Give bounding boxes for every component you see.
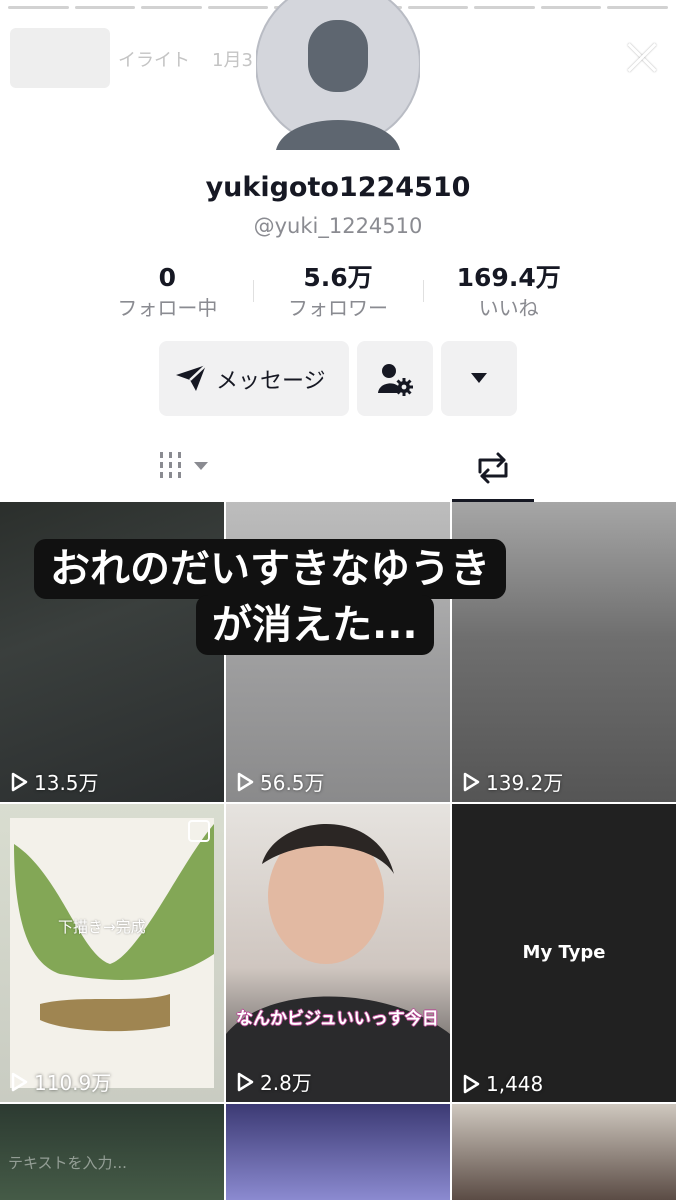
view-count-value: 2.8万 xyxy=(260,1071,312,1095)
overlay-text-line-1: おれのだいすきなゆうき xyxy=(34,539,506,599)
play-icon xyxy=(237,772,254,791)
thumbnail-image xyxy=(10,818,214,1088)
play-icon xyxy=(237,1072,254,1091)
view-count: 1,448 xyxy=(462,1072,543,1096)
view-count: 2.8万 xyxy=(236,1067,312,1096)
repost-icon xyxy=(478,452,508,484)
story-text-overlay: おれのだいすきなゆうき が消えた... xyxy=(0,539,676,699)
stat-following-value: 0 xyxy=(158,263,177,292)
thumbnail-image xyxy=(226,824,450,1102)
close-icon[interactable] xyxy=(620,36,664,80)
thumbnail-caption: テキストを入力... xyxy=(8,1154,127,1172)
grid-icon xyxy=(160,452,208,478)
user-gear-icon xyxy=(378,364,413,396)
thumbnail-caption: 下描き→完成 xyxy=(58,918,146,936)
view-count-value: 139.2万 xyxy=(486,771,564,795)
play-icon xyxy=(463,772,480,791)
profile-tabs xyxy=(0,436,676,502)
video-thumbnail[interactable]: テキストを入力... xyxy=(0,1104,224,1200)
multi-image-icon xyxy=(188,820,210,842)
stat-likes[interactable]: 169.4万 いいね xyxy=(423,262,594,324)
profile-stats: 0 フォロー中 5.6万 フォロワー 169.4万 いいね xyxy=(82,262,594,324)
stat-followers[interactable]: 5.6万 フォロワー xyxy=(252,262,424,324)
thumbnail-caption: なんかビジュいいっす今日 xyxy=(236,1009,439,1029)
more-options-button[interactable] xyxy=(441,341,517,416)
stat-likes-value: 169.4万 xyxy=(456,263,561,292)
tab-videos[interactable] xyxy=(158,450,214,486)
profile-handle: @yuki_1224510 xyxy=(253,214,423,238)
view-count-value: 1,448 xyxy=(486,1072,544,1096)
view-count: 139.2万 xyxy=(462,767,563,796)
play-icon xyxy=(11,1072,28,1091)
play-icon xyxy=(11,772,28,791)
stat-followers-value: 5.6万 xyxy=(303,263,373,292)
follow-settings-button[interactable] xyxy=(357,341,433,416)
view-count-value: 56.5万 xyxy=(260,771,325,795)
send-icon xyxy=(176,364,207,391)
video-thumbnail[interactable]: 下描き→完成 110.9万 xyxy=(0,804,224,1102)
video-thumbnail[interactable]: My Type 1,448 xyxy=(452,804,676,1102)
overlay-text-line-2: が消えた... xyxy=(196,595,434,655)
message-button[interactable]: メッセージ xyxy=(159,341,349,416)
play-icon xyxy=(463,1074,480,1094)
view-count: 56.5万 xyxy=(236,767,325,796)
view-count: 110.9万 xyxy=(10,1067,111,1096)
profile-avatar[interactable] xyxy=(256,0,420,150)
stat-followers-label: フォロワー xyxy=(288,296,388,320)
thumbnail-caption: My Type xyxy=(522,942,606,963)
video-thumbnail[interactable]: なんかビジュいいっす今日 2.8万 xyxy=(226,804,450,1102)
video-thumbnail[interactable] xyxy=(226,1104,450,1200)
view-count-value: 110.9万 xyxy=(34,1071,112,1095)
story-label: イライト xyxy=(118,50,190,71)
message-button-label: メッセージ xyxy=(216,369,326,394)
chevron-down-icon xyxy=(471,373,487,383)
view-count: 13.5万 xyxy=(10,767,99,796)
stat-following[interactable]: 0 フォロー中 xyxy=(82,262,253,324)
profile-username: yukigoto1224510 xyxy=(205,172,471,203)
view-count-value: 13.5万 xyxy=(34,771,99,795)
story-author-avatar[interactable] xyxy=(10,28,110,88)
stat-following-label: フォロー中 xyxy=(117,296,218,320)
stat-likes-label: いいね xyxy=(478,296,539,320)
video-thumbnail[interactable] xyxy=(452,1104,676,1200)
tab-reposts[interactable] xyxy=(452,436,534,502)
